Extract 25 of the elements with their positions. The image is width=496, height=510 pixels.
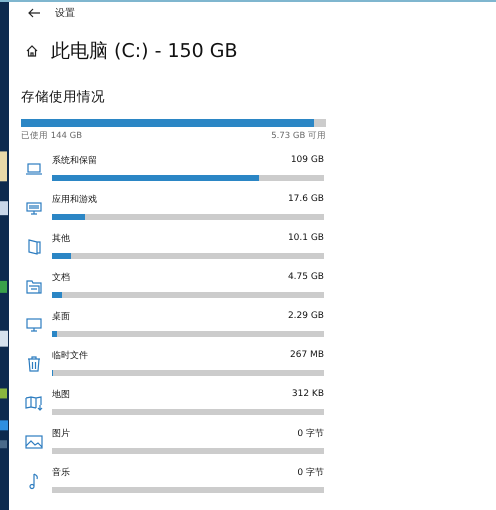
category-size: 267 MB [290,350,324,360]
category-size: 312 KB [292,389,324,399]
category-name[interactable]: 地图 [52,388,70,400]
category-size: 0 字节 [297,466,324,478]
category-name[interactable]: 桌面 [52,310,70,322]
category-name[interactable]: 临时文件 [52,348,88,362]
section-title: 存储使用情况 [21,88,106,106]
window-title: 设置 [55,6,75,20]
category-name[interactable]: 应用和游戏 [52,192,97,206]
category-size: 10.1 GB [288,233,324,243]
used-label: 已使用 144 GB [21,130,82,142]
home-icon [25,44,39,58]
back-button[interactable] [27,7,41,19]
category-name[interactable]: 系统和保留 [52,154,97,166]
category-size: 0 字节 [297,428,324,440]
category-name[interactable]: 图片 [52,426,70,440]
category-size: 2.29 GB [288,311,324,321]
category-size: 109 GB [290,155,324,165]
category-size: 17.6 GB [288,194,324,204]
category-name[interactable]: 音乐 [52,466,70,478]
page-title: 此电脑 (C:) - 150 GB [51,39,238,64]
free-label: 5.73 GB 可用 [271,130,326,142]
category-name[interactable]: 文档 [52,270,70,284]
category-size: 4.75 GB [288,272,324,282]
category-name[interactable]: 其他 [52,232,70,244]
